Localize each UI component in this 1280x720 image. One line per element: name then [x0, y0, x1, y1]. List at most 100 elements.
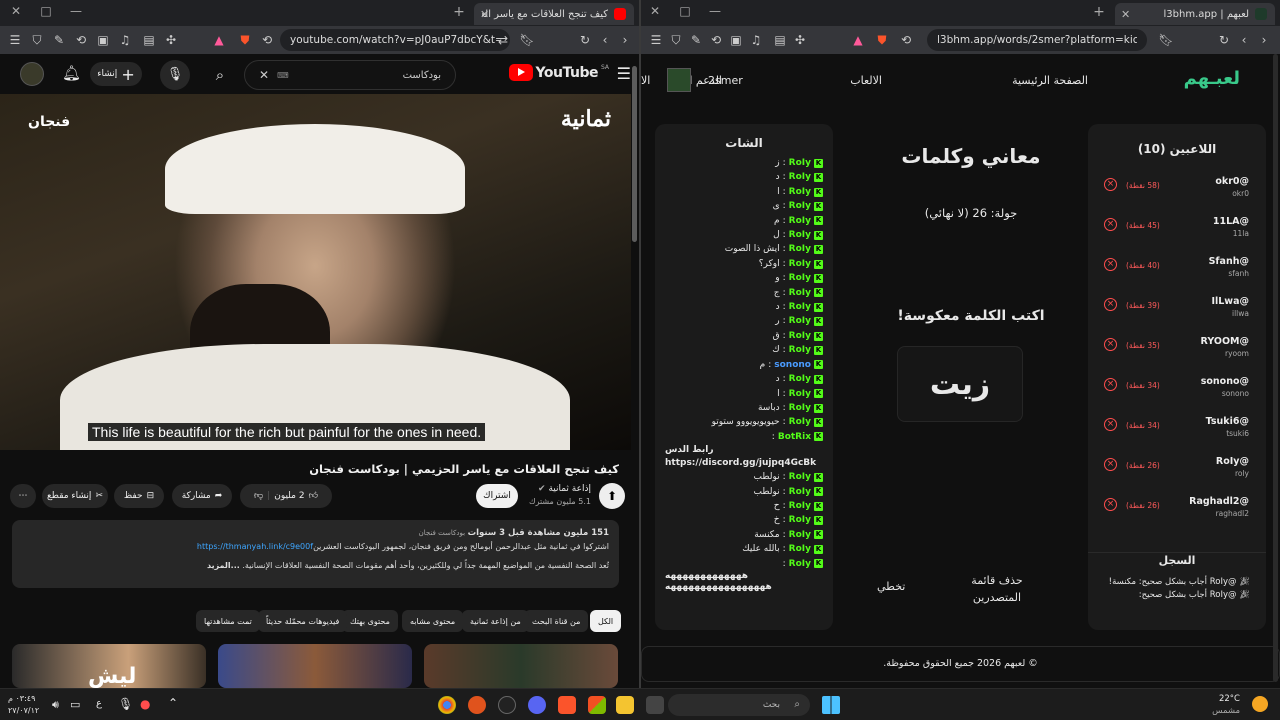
new-tab-icon[interactable]: +	[1089, 4, 1109, 20]
chat-username[interactable]: RoIy	[789, 286, 811, 300]
related-video-thumbnail[interactable]: ليش	[12, 644, 206, 688]
new-tab-icon[interactable]: +	[449, 4, 469, 20]
chip-interest[interactable]: محتوى بهتك	[342, 610, 398, 632]
subscribe-button[interactable]: اشتراك	[476, 484, 518, 508]
chat-username[interactable]: RoIy	[789, 214, 811, 228]
clock[interactable]: ٠٣:٤٩ م ٢٧/٠٧/١٢	[8, 693, 39, 717]
tabs-icon[interactable]: ▤	[140, 31, 158, 49]
triangle-extension-icon[interactable]: ▲	[849, 31, 867, 49]
search-input[interactable]: بودكاست ⌨ ✕	[244, 60, 456, 90]
close-window-icon[interactable]: ✕	[6, 4, 26, 18]
chat-username[interactable]: RoIy	[789, 542, 811, 556]
chat-username[interactable]: BotRix	[778, 430, 811, 444]
refresh-icon[interactable]: ↻	[1215, 31, 1233, 49]
menu-icon[interactable]: ☰	[6, 31, 24, 49]
remove-player-icon[interactable]: ×	[1104, 298, 1117, 311]
close-tab-icon[interactable]: ✕	[1121, 8, 1130, 21]
show-more-link[interactable]: ...المزيد	[207, 561, 240, 570]
menu-icon[interactable]: ☰	[647, 31, 665, 49]
clip-button[interactable]: ✂ إنشاء مقطع	[42, 484, 108, 508]
bell-icon[interactable]: 🔔︎	[62, 64, 81, 82]
chat-username[interactable]: RoIy	[789, 185, 811, 199]
chat-username[interactable]: RoIy	[789, 401, 811, 415]
chat-username[interactable]: RoIy	[789, 557, 811, 571]
create-button[interactable]: + إنشاء	[90, 62, 142, 86]
maximize-icon[interactable]: □	[675, 4, 695, 18]
forward-icon[interactable]: ›	[616, 31, 634, 49]
remove-player-icon[interactable]: ×	[1104, 178, 1117, 191]
shield-icon[interactable]: ⛉	[28, 31, 46, 49]
avatar[interactable]	[20, 62, 44, 86]
chrome-app-icon[interactable]	[438, 696, 456, 714]
hamburger-menu-icon[interactable]: ☰	[617, 64, 631, 83]
keyboard-icon[interactable]: ⌨	[277, 71, 289, 80]
triangle-extension-icon[interactable]: ▲	[210, 31, 228, 49]
tabs-icon[interactable]: ▤	[771, 31, 789, 49]
remove-player-icon[interactable]: ×	[1104, 458, 1117, 471]
puzzle-icon[interactable]: ✣	[791, 31, 809, 49]
chip-recent[interactable]: فيديوهات محمّلة حديثاً	[258, 610, 348, 632]
record-tray-icon[interactable]: ●	[140, 697, 150, 711]
description-tag[interactable]: بودكاست فنجان	[419, 529, 465, 537]
chip-from-search[interactable]: من قناة البحث	[524, 610, 589, 632]
mic-tray-icon[interactable]: 🎙︎	[118, 697, 133, 711]
reload-page-icon[interactable]: ⟲	[258, 31, 276, 49]
chat-username[interactable]: RoIy	[789, 528, 811, 542]
refresh-icon[interactable]: ↻	[576, 31, 594, 49]
puzzle-icon[interactable]: ✣	[162, 31, 180, 49]
share-button[interactable]: ➦ مشاركة	[172, 484, 232, 508]
reload-page-icon[interactable]: ⟲	[897, 31, 915, 49]
mic-icon[interactable]: 🎙︎	[160, 60, 190, 90]
forward-icon[interactable]: ›	[1255, 31, 1273, 49]
windows-start-icon[interactable]	[822, 696, 840, 714]
chat-username[interactable]: RoIy	[789, 415, 811, 429]
right-address-bar[interactable]: l3bhm.app/words/2smer?platform=kick	[927, 29, 1147, 51]
brave-shield-icon[interactable]: ⛊	[873, 31, 891, 49]
video-player[interactable]: ثمانية فنجان This life is beautiful for …	[0, 94, 631, 450]
channel-avatar[interactable]: ⬆	[599, 483, 625, 509]
shield-icon[interactable]: ⛉	[667, 31, 685, 49]
remove-player-icon[interactable]: ×	[1104, 378, 1117, 391]
remove-player-icon[interactable]: ×	[1104, 258, 1117, 271]
tune-icon[interactable]: ⇄	[494, 31, 512, 49]
chat-username[interactable]: RoIy	[789, 170, 811, 184]
close-tab-icon[interactable]: ✕	[480, 8, 489, 21]
skip-button[interactable]: تخطي	[877, 580, 905, 593]
chat-username[interactable]: RoIy	[789, 228, 811, 242]
related-video-thumbnail[interactable]	[424, 644, 618, 688]
chat-username[interactable]: RoIy	[789, 156, 811, 170]
related-video-thumbnail[interactable]	[218, 644, 412, 688]
chat-username[interactable]: RoIy	[789, 387, 811, 401]
store-app-icon[interactable]	[588, 696, 606, 714]
more-actions-icon[interactable]: ⋯	[10, 484, 36, 508]
left-address-bar[interactable]: youtube.com/watch?v=pJ0auP7dbcY&t=4...	[280, 29, 510, 51]
nav-home[interactable]: الصفحة الرئيسية	[1012, 74, 1088, 87]
firefox-app-icon[interactable]	[468, 696, 486, 714]
nav-truncated-item[interactable]: الا	[641, 74, 650, 87]
chip-channel[interactable]: من إذاعة ثمانية	[462, 610, 529, 632]
brave-app-icon[interactable]	[558, 696, 576, 714]
chat-username[interactable]: RoIy	[789, 343, 811, 357]
weather-widget[interactable]: 22°C مشمس	[1212, 693, 1240, 717]
tray-chevron-icon[interactable]: ⌃	[168, 696, 178, 710]
extension-icon[interactable]: ✎	[687, 31, 705, 49]
history-icon[interactable]: ⟲	[707, 31, 725, 49]
steam-app-icon[interactable]	[498, 696, 516, 714]
page-scrollbar[interactable]	[1273, 54, 1278, 682]
close-window-icon[interactable]: ✕	[645, 4, 665, 18]
music-icon[interactable]: ♫	[747, 31, 765, 49]
chip-all[interactable]: الكل	[590, 610, 622, 632]
sidebar-icon[interactable]: ▣	[94, 31, 112, 49]
speaker-icon[interactable]: 🔊︎	[52, 698, 59, 712]
chip-watched[interactable]: تمت مشاهدتها	[196, 610, 260, 632]
bookmark-icon[interactable]: 🔖︎	[1157, 31, 1175, 49]
battery-icon[interactable]: ▭	[70, 698, 80, 711]
chat-username[interactable]: sonono	[774, 358, 811, 372]
chat-username[interactable]: RoIy	[789, 513, 811, 527]
chat-username[interactable]: RoIy	[789, 470, 811, 484]
brave-shield-icon[interactable]: ⛊	[236, 31, 254, 49]
chat-username[interactable]: RoIy	[789, 257, 811, 271]
user-avatar[interactable]	[667, 68, 691, 92]
remove-player-icon[interactable]: ×	[1104, 218, 1117, 231]
dislike-icon[interactable]: 👎︎	[254, 491, 263, 501]
